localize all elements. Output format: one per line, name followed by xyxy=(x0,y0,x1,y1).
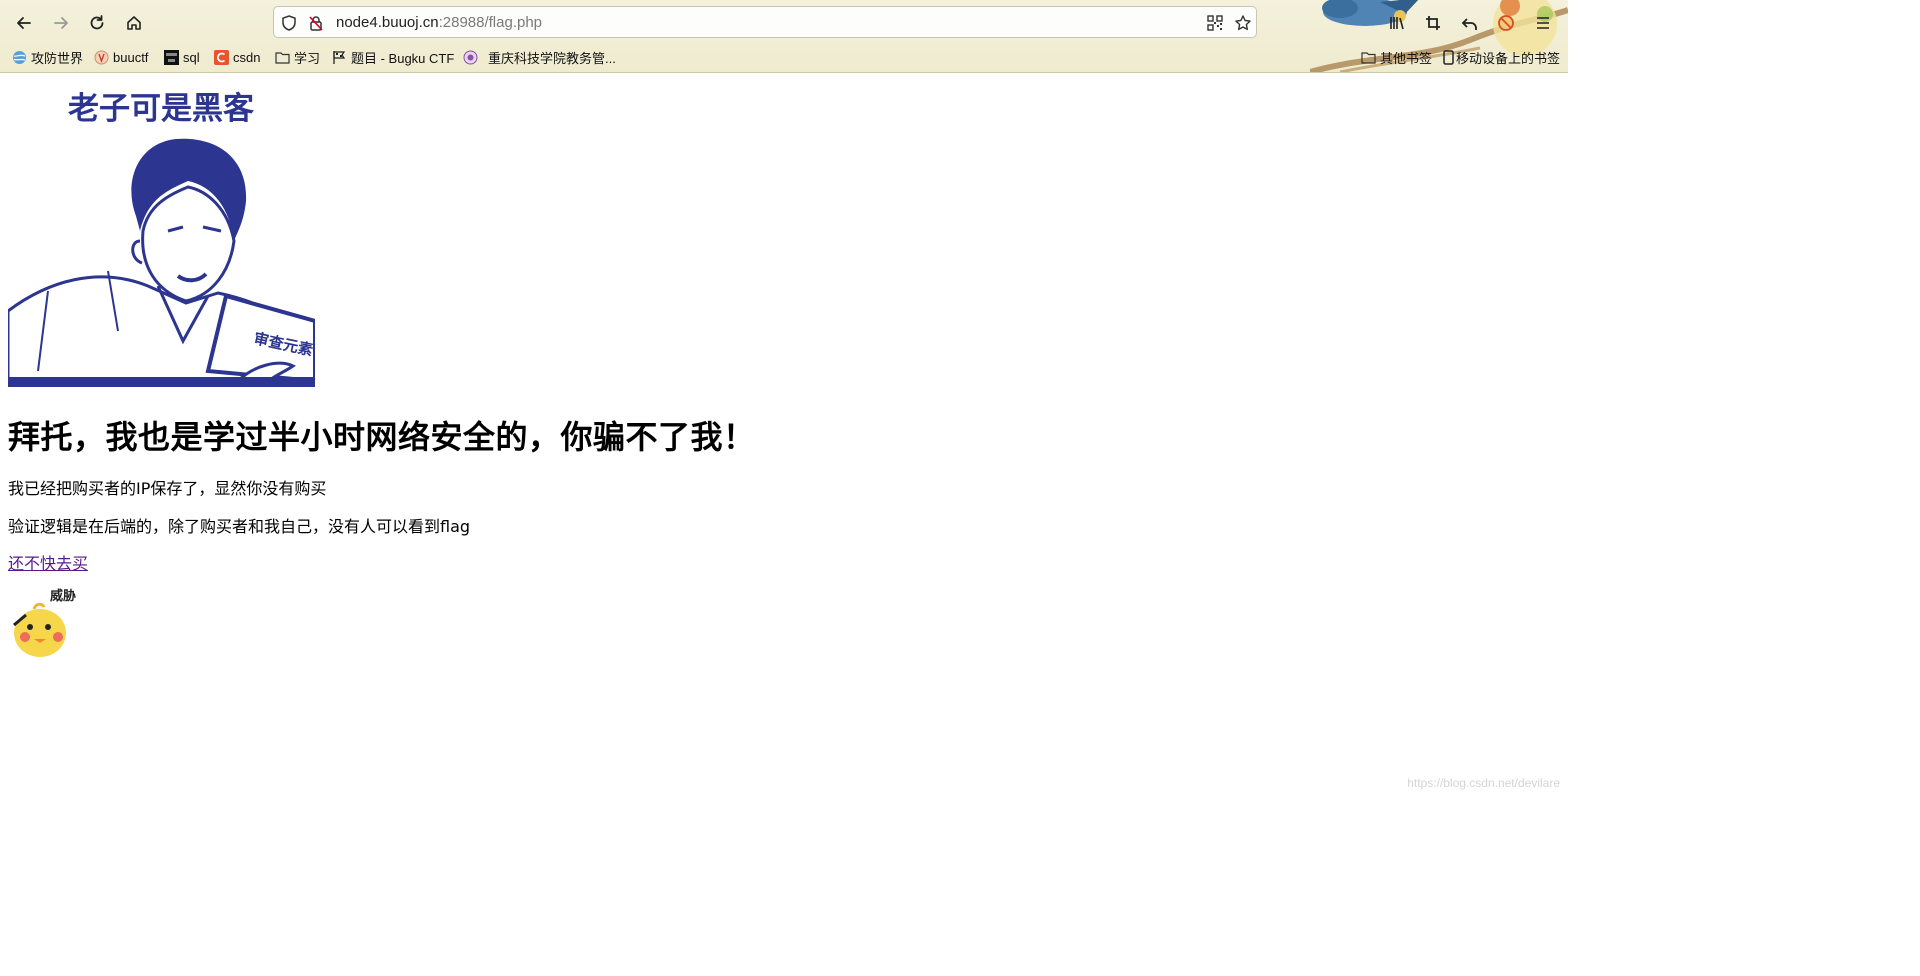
bookmark-buuctf[interactable]: buuctf xyxy=(94,48,148,66)
shield-icon[interactable] xyxy=(280,14,298,32)
url-text[interactable]: node4.buuoj.cn:28988/flag.php xyxy=(336,14,542,31)
blocked-addon-icon xyxy=(1498,15,1514,31)
forward-button[interactable] xyxy=(47,9,75,37)
bookmark-label: 题目 - Bugku CTF xyxy=(351,50,455,66)
folder-icon xyxy=(275,50,290,65)
url-bar[interactable]: node4.buuoj.cn:28988/flag.php xyxy=(273,6,1257,38)
mobile-bookmarks-folder[interactable]: 移动设备上的书签 xyxy=(1443,48,1560,66)
flag-icon xyxy=(332,50,347,65)
folder-icon xyxy=(1361,50,1376,65)
meme-caption: 老子可是黑客 xyxy=(68,91,254,127)
browser-chrome: node4.buuoj.cn:28988/flag.php 攻防世界 buuct… xyxy=(0,0,1568,73)
globe-icon xyxy=(12,50,27,65)
bookmark-folder-study[interactable]: 学习 xyxy=(275,48,320,66)
school-icon xyxy=(463,50,478,65)
bookmark-bugku[interactable]: 题目 - Bugku CTF xyxy=(332,48,454,66)
forward-arrow-icon xyxy=(54,17,68,29)
hamburger-menu-icon xyxy=(1537,17,1549,29)
qr-code-icon[interactable] xyxy=(1206,14,1224,32)
screenshot-button[interactable] xyxy=(1422,12,1444,34)
bookmark-label: csdn xyxy=(233,49,261,65)
url-host: node4.buuoj.cn xyxy=(336,14,439,31)
home-button[interactable] xyxy=(120,9,148,37)
bookmark-label: 攻防世界 xyxy=(31,50,84,66)
sticker-caption: 威胁 xyxy=(50,588,76,604)
bookmark-gongfang[interactable]: 攻防世界 xyxy=(12,48,83,66)
addon-button[interactable] xyxy=(1495,12,1517,34)
back-arrow-icon xyxy=(17,17,31,29)
hackit-icon xyxy=(164,49,179,65)
bookmark-label: 其他书签 xyxy=(1380,50,1433,66)
undo-icon xyxy=(1461,18,1477,30)
page-heading: 拜托，我也是学过半小时网络安全的，你骗不了我！ xyxy=(8,418,756,456)
menu-button[interactable] xyxy=(1532,12,1554,34)
csdn-icon xyxy=(214,49,229,65)
other-bookmarks-folder[interactable]: 其他书签 xyxy=(1361,48,1432,66)
crop-icon xyxy=(1426,16,1440,30)
reload-button[interactable] xyxy=(83,9,111,37)
library-icon xyxy=(1390,17,1404,30)
insecure-lock-icon[interactable] xyxy=(307,14,325,32)
ip-saved-text: 我已经把购买者的IP保存了，显然你没有购买 xyxy=(8,479,327,498)
bookmark-label: 学习 xyxy=(294,50,321,66)
bookmark-label: 重庆科技学院教务管... xyxy=(488,50,616,66)
url-path: :28988/flag.php xyxy=(438,14,543,31)
bookmark-sql[interactable]: sql xyxy=(164,48,200,66)
hacker-meme-image: 老子可是黑客 审查元素 xyxy=(8,81,315,387)
home-icon xyxy=(127,16,141,30)
bookmark-label: buuctf xyxy=(113,49,149,65)
go-buy-link[interactable]: 还不快去买 xyxy=(8,550,88,574)
csdn-watermark: https://blog.csdn.net/devilare xyxy=(1407,776,1560,790)
bookmark-school[interactable]: 重庆科技学院教务管... xyxy=(463,48,616,66)
undo-button[interactable] xyxy=(1459,12,1481,34)
library-button[interactable] xyxy=(1386,12,1408,34)
mobile-phone-icon xyxy=(1443,49,1454,65)
bookmark-label: 移动设备上的书签 xyxy=(1456,50,1561,66)
back-button[interactable] xyxy=(10,9,38,37)
buuctf-icon xyxy=(94,50,109,65)
reload-icon xyxy=(90,15,104,30)
bookmark-star-icon[interactable] xyxy=(1234,14,1252,32)
bookmark-csdn[interactable]: csdn xyxy=(214,48,260,66)
backend-verify-text: 验证逻辑是在后端的，除了购买者和我自己，没有人可以看到flag xyxy=(8,517,471,536)
bookmark-label: sql xyxy=(183,49,200,65)
threat-duck-sticker: 威胁 xyxy=(8,585,80,657)
